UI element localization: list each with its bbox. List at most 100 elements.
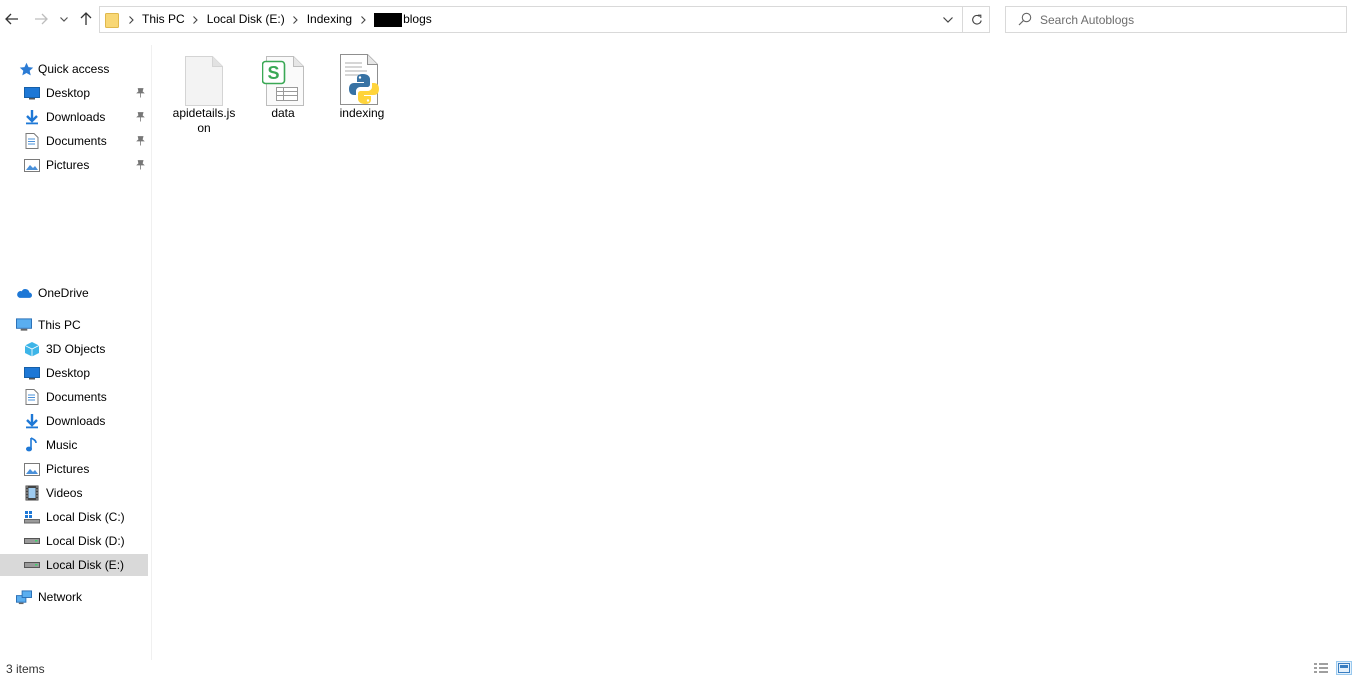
chevron-right-icon[interactable]: [289, 7, 303, 32]
music-note-icon: [24, 437, 40, 453]
documents-icon: [24, 133, 40, 149]
sidebar-item-label: 3D Objects: [46, 342, 106, 356]
sidebar-item-label: Documents: [46, 134, 107, 148]
sidebar-item-pictures[interactable]: Pictures: [24, 458, 148, 480]
file-name: apidetails.js on: [172, 106, 236, 135]
film-icon: [24, 485, 40, 501]
arrow-left-icon: [5, 13, 18, 25]
sidebar-item-downloads[interactable]: Downloads: [24, 410, 148, 432]
sidebar-item-downloads-quick[interactable]: Downloads: [24, 106, 148, 128]
sidebar-item-onedrive[interactable]: OneDrive: [16, 282, 148, 304]
search-box[interactable]: [1005, 6, 1347, 33]
sidebar-item-local-disk-d[interactable]: Local Disk (D:): [24, 530, 148, 552]
chevron-right-icon[interactable]: [124, 7, 138, 32]
sidebar-item-videos[interactable]: Videos: [24, 482, 148, 504]
star-icon: [18, 61, 34, 77]
refresh-button[interactable]: [964, 7, 989, 32]
arrow-right-icon: [35, 13, 48, 25]
cube-icon: [24, 341, 40, 357]
sidebar-item-label: Pictures: [46, 158, 90, 172]
address-bar[interactable]: This PC Local Disk (E:) Indexing blogs: [99, 6, 990, 33]
up-button[interactable]: [76, 8, 96, 30]
pictures-icon: [24, 157, 40, 173]
spreadsheet-icon: S: [249, 50, 317, 106]
sidebar-item-documents-quick[interactable]: Documents: [24, 130, 148, 152]
pin-icon[interactable]: [136, 159, 145, 173]
sidebar-item-network[interactable]: Network: [16, 586, 148, 608]
sidebar-item-label: Local Disk (D:): [46, 534, 125, 548]
windows-drive-icon: [24, 509, 40, 525]
pictures-icon: [24, 461, 40, 477]
sidebar-item-label: Downloads: [46, 110, 106, 124]
pin-icon[interactable]: [136, 135, 145, 149]
forward-button[interactable]: [31, 8, 51, 30]
python-file-icon: [328, 50, 396, 106]
search-icon: [1018, 12, 1032, 29]
sidebar-item-label: Quick access: [38, 62, 110, 76]
sidebar-item-3d-objects[interactable]: 3D Objects: [24, 338, 148, 360]
sidebar-item-music[interactable]: Music: [24, 434, 148, 456]
refresh-icon: [971, 14, 982, 24]
breadcrumb-indexing[interactable]: Indexing: [303, 7, 356, 32]
breadcrumb-this-pc[interactable]: This PC: [138, 7, 189, 32]
computer-icon: [16, 317, 32, 333]
large-icons-view-icon: [1338, 663, 1350, 673]
sidebar-item-label: Network: [38, 590, 83, 604]
back-button[interactable]: [2, 8, 22, 30]
sidebar-item-label: Desktop: [46, 86, 91, 100]
breadcrumb-local-disk-e[interactable]: Local Disk (E:): [203, 7, 289, 32]
blank-file-icon: [170, 50, 238, 106]
navigation-pane: Quick access Desktop Downloads Documents…: [0, 45, 151, 660]
desktop-icon: [24, 85, 40, 101]
file-name: indexing: [339, 106, 385, 120]
large-icons-view-button[interactable]: [1336, 661, 1352, 675]
folder-icon: [105, 12, 119, 31]
sidebar-item-label: Desktop: [46, 366, 91, 380]
file-item-data[interactable]: S data: [249, 50, 317, 121]
sidebar-item-desktop-quick[interactable]: Desktop: [24, 82, 148, 104]
drive-icon: [24, 557, 40, 573]
network-icon: [16, 589, 32, 605]
breadcrumb-current-folder[interactable]: blogs: [370, 7, 436, 32]
details-view-button[interactable]: [1313, 661, 1329, 675]
divider: [962, 7, 963, 32]
download-icon: [24, 109, 40, 125]
sidebar-item-desktop[interactable]: Desktop: [24, 362, 148, 384]
sidebar-item-label: Pictures: [46, 462, 90, 476]
redaction-block: [374, 12, 403, 27]
breadcrumb: This PC Local Disk (E:) Indexing blogs: [124, 7, 436, 32]
sidebar-item-this-pc[interactable]: This PC: [16, 314, 148, 336]
chevron-down-icon: [943, 16, 953, 23]
sidebar-item-pictures-quick[interactable]: Pictures: [24, 154, 148, 176]
sidebar-item-local-disk-e[interactable]: Local Disk (E:): [0, 554, 148, 576]
search-input[interactable]: [1040, 10, 1330, 29]
sidebar-item-label: Documents: [46, 390, 107, 404]
address-history-dropdown[interactable]: [938, 7, 958, 32]
arrow-up-icon: [80, 12, 92, 25]
sidebar-item-quick-access[interactable]: Quick access: [18, 58, 148, 80]
svg-text:S: S: [267, 63, 279, 83]
sidebar-item-label: Music: [46, 438, 78, 452]
download-icon: [24, 413, 40, 429]
details-view-icon: [1314, 662, 1328, 673]
sidebar-item-documents[interactable]: Documents: [24, 386, 148, 408]
sidebar-item-label: Local Disk (E:): [46, 558, 125, 572]
recent-locations-button[interactable]: [56, 8, 72, 30]
drive-icon: [24, 533, 40, 549]
sidebar-item-label: Videos: [46, 486, 83, 500]
pin-icon[interactable]: [136, 87, 145, 101]
file-item-apidetails[interactable]: apidetails.js on: [170, 50, 238, 136]
pin-icon[interactable]: [136, 111, 145, 125]
file-item-indexing[interactable]: indexing: [328, 50, 396, 121]
item-count: 3 items: [6, 662, 45, 676]
chevron-down-icon: [60, 16, 68, 22]
chevron-right-icon[interactable]: [356, 7, 370, 32]
sidebar-item-label: This PC: [38, 318, 81, 332]
sidebar-item-local-disk-c[interactable]: Local Disk (C:): [24, 506, 148, 528]
documents-icon: [24, 389, 40, 405]
sidebar-item-label: OneDrive: [38, 286, 89, 300]
pane-divider[interactable]: [151, 45, 152, 660]
sidebar-item-label: Downloads: [46, 414, 106, 428]
chevron-right-icon[interactable]: [189, 7, 203, 32]
desktop-icon: [24, 365, 40, 381]
